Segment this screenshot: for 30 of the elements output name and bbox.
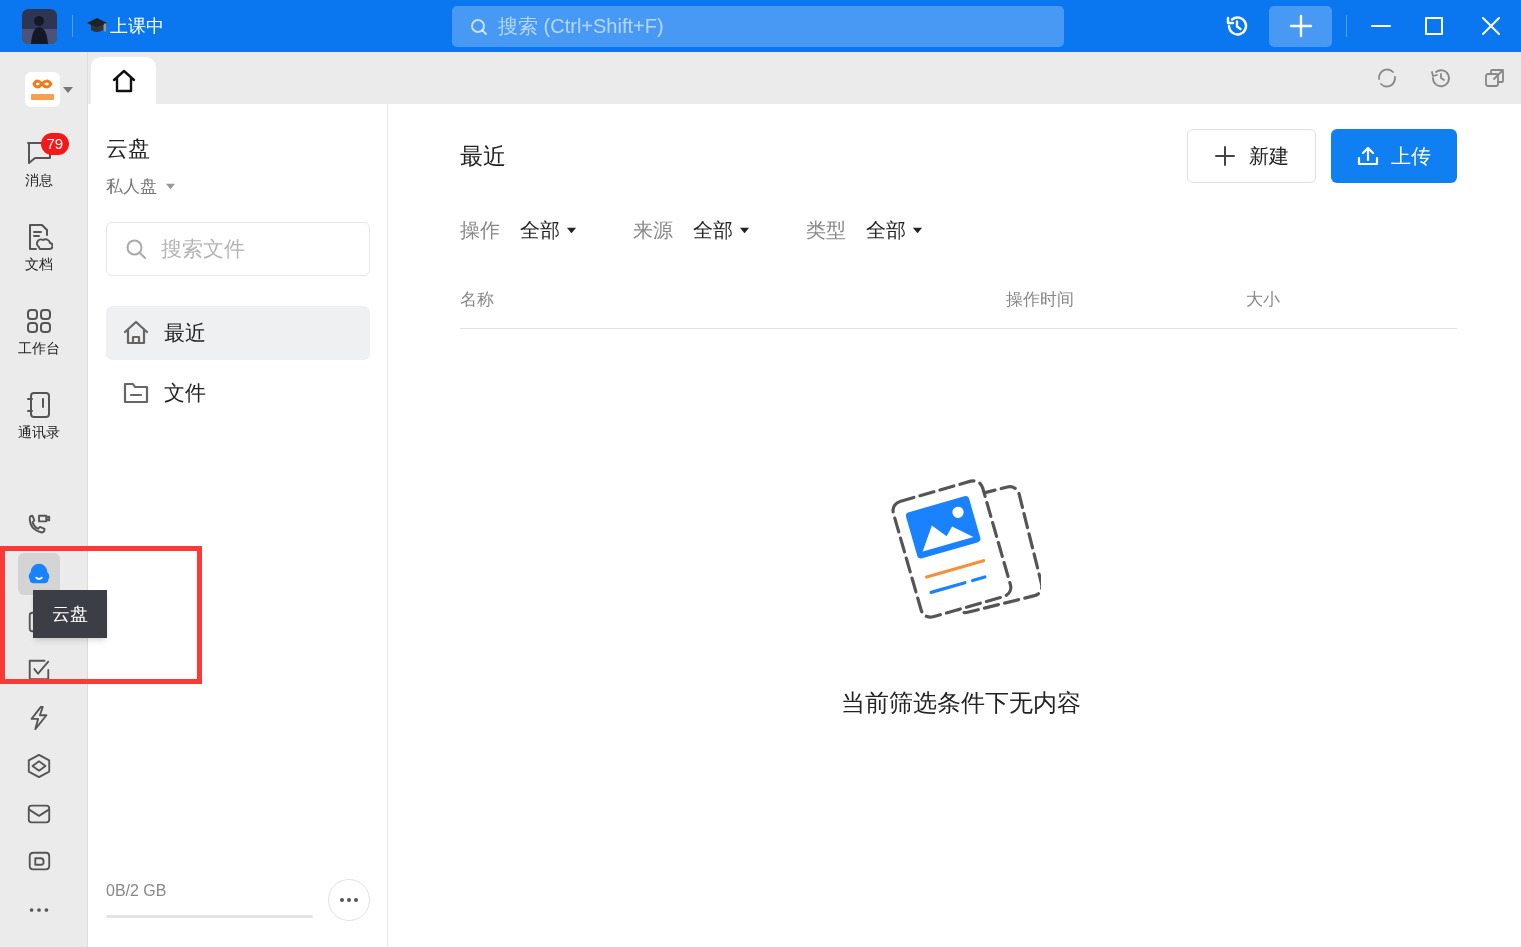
- filter-dropdown[interactable]: 全部: [693, 215, 750, 245]
- filter-dropdown[interactable]: 全部: [520, 215, 577, 245]
- notification-badge: 79: [40, 133, 70, 155]
- rail-label: 通讯录: [17, 423, 60, 442]
- empty-state-message: 当前筛选条件下无内容: [840, 688, 1081, 718]
- new-button[interactable]: 新建: [1187, 129, 1316, 183]
- nav-item[interactable]: 最近: [106, 305, 370, 360]
- rail-item[interactable]: 文档: [0, 207, 77, 291]
- column-header: 大小: [1246, 288, 1281, 311]
- filter-dropdown[interactable]: 全部: [866, 215, 923, 245]
- rail-item[interactable]: 消息 79: [0, 123, 77, 207]
- rail-item[interactable]: 通讯录: [0, 375, 77, 459]
- column-header: 名称: [460, 288, 495, 311]
- nav-item[interactable]: 文件: [106, 365, 370, 420]
- tooltip: 云盘: [33, 590, 107, 638]
- drive-dropdown[interactable]: 私人盘: [106, 174, 176, 200]
- filter-label: 类型: [806, 218, 846, 243]
- rail-label: 消息: [24, 171, 53, 190]
- filter-label: 操作: [460, 218, 500, 243]
- search-field[interactable]: 搜索文件: [106, 221, 370, 276]
- page-heading: 最近: [460, 141, 506, 171]
- column-header: 操作时间: [1006, 288, 1075, 311]
- upload-button[interactable]: 上传: [1331, 129, 1457, 183]
- rail-label: 工作台: [17, 339, 60, 358]
- rail-item[interactable]: 工作台: [0, 291, 77, 375]
- storage-usage-text: 0B/2 GB: [106, 881, 168, 901]
- panel-title: 云盘: [106, 135, 151, 163]
- rail-label: 文档: [24, 255, 53, 274]
- status-text: 上课中: [110, 14, 164, 38]
- filter-label: 来源: [633, 218, 673, 243]
